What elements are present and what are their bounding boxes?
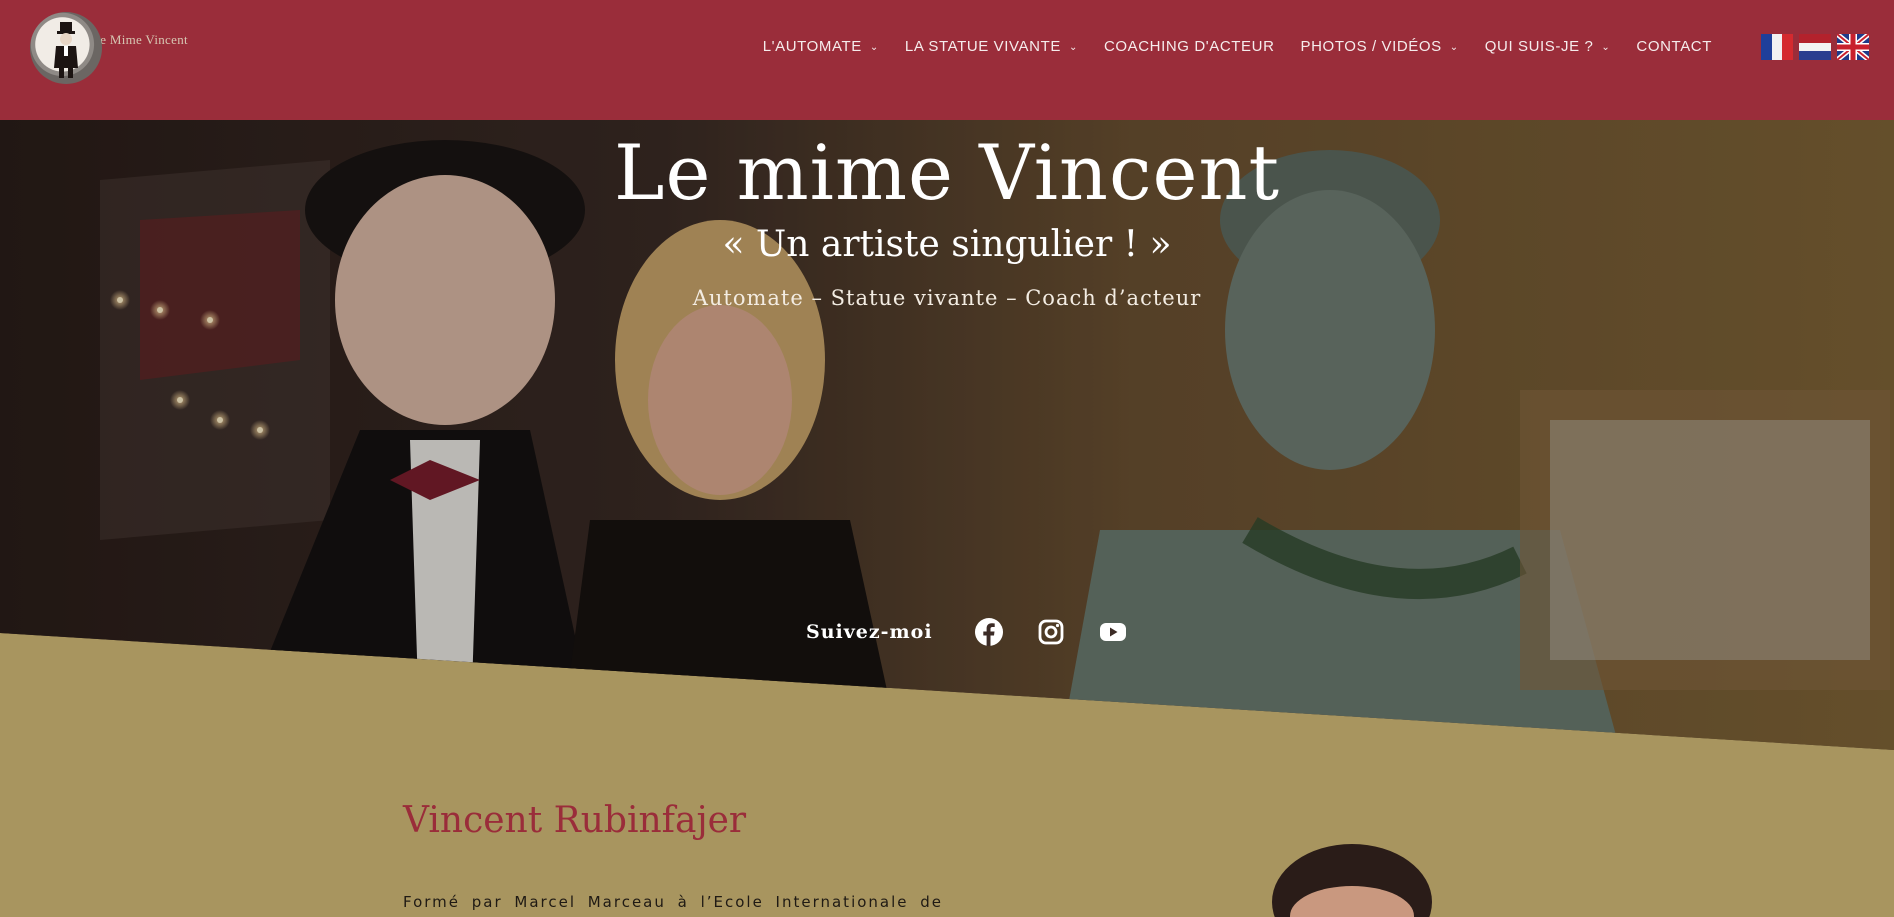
hero-subtitle: « Un artiste singulier ! » xyxy=(722,224,1172,265)
chevron-down-icon: ⌄ xyxy=(1601,41,1611,53)
main-navigation: L'AUTOMATE ⌄ LA STATUE VIVANTE ⌄ COACHIN… xyxy=(763,36,1712,56)
site-header: Le Mime Vincent L'AUTOMATE ⌄ LA STATUE V… xyxy=(0,0,1894,120)
instagram-icon[interactable] xyxy=(1037,618,1065,646)
logo-mime-emblem xyxy=(30,12,102,84)
site-logo[interactable]: Le Mime Vincent xyxy=(30,12,200,84)
flag-en-icon[interactable] xyxy=(1837,34,1869,60)
nav-label: QUI SUIS-JE ? xyxy=(1484,37,1594,55)
nav-label: CONTACT xyxy=(1636,37,1712,55)
nav-item-contact[interactable]: CONTACT xyxy=(1636,38,1712,55)
language-switcher xyxy=(1761,34,1869,60)
chevron-down-icon: ⌄ xyxy=(869,41,879,53)
chevron-down-icon: ⌄ xyxy=(1068,41,1078,53)
nav-label: L'AUTOMATE xyxy=(762,37,862,55)
facebook-icon[interactable] xyxy=(974,618,1003,646)
nav-label: PHOTOS / VIDÉOS xyxy=(1300,37,1442,55)
social-follow: Suivez-moi xyxy=(806,618,1161,646)
nav-item-automate[interactable]: L'AUTOMATE ⌄ xyxy=(763,38,879,55)
nav-label: COACHING D'ACTEUR xyxy=(1103,37,1275,55)
hero-banner: Le mime Vincent « Un artiste singulier !… xyxy=(0,100,1894,750)
nav-item-statue-vivante[interactable]: LA STATUE VIVANTE ⌄ xyxy=(905,38,1078,55)
nav-item-coaching[interactable]: COACHING D'ACTEUR xyxy=(1104,38,1275,55)
hero-title: Le mime Vincent xyxy=(613,128,1280,217)
bio-intro: Formé par Marcel Marceau à l’Ecole Inter… xyxy=(403,893,943,911)
youtube-icon[interactable] xyxy=(1099,618,1127,646)
chevron-down-icon: ⌄ xyxy=(1449,41,1459,53)
flag-nl-icon[interactable] xyxy=(1799,34,1831,60)
hero-tagline: Automate – Statue vivante – Coach d’acte… xyxy=(692,286,1202,310)
follow-label: Suivez-moi xyxy=(806,621,933,643)
nav-item-qui-suis-je[interactable]: QUI SUIS-JE ? ⌄ xyxy=(1485,38,1611,55)
nav-label: LA STATUE VIVANTE xyxy=(904,37,1061,55)
portrait-photo xyxy=(1262,842,1442,917)
section-heading: Vincent Rubinfajer xyxy=(403,800,747,841)
logo-text: Le Mime Vincent xyxy=(92,32,188,47)
flag-fr-icon[interactable] xyxy=(1761,34,1793,60)
nav-item-photos-videos[interactable]: PHOTOS / VIDÉOS ⌄ xyxy=(1301,38,1459,55)
